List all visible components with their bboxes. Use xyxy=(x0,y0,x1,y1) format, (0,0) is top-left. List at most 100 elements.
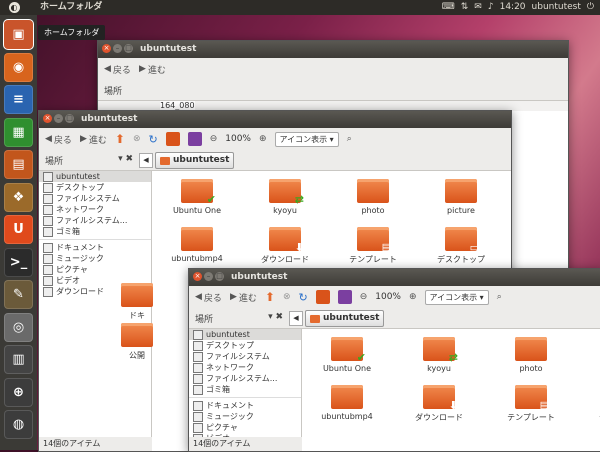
sidebar-item[interactable]: デスクトップ xyxy=(39,182,151,193)
forward-button[interactable]: ▶ 進む xyxy=(80,133,107,146)
folder-item[interactable]: 公開 xyxy=(92,323,182,361)
power-icon[interactable]: ⏻ xyxy=(587,0,594,15)
folder-item[interactable]: ▤テンプレート xyxy=(486,385,576,423)
folder-item[interactable]: photo xyxy=(328,179,418,215)
minimize-icon[interactable]: – xyxy=(113,44,122,53)
network-icon[interactable]: ⇅ xyxy=(461,0,469,15)
zoom-in-icon[interactable]: ⊕ xyxy=(409,292,417,302)
trash-bin-icon[interactable]: ◍ xyxy=(4,410,33,439)
ubuntu-logo-icon[interactable]: ◐ xyxy=(0,0,28,15)
trash-icon[interactable]: ⊕ xyxy=(4,378,33,407)
volume-icon[interactable]: ♪ xyxy=(488,0,494,15)
sidebar-item[interactable]: デスクトップ xyxy=(189,340,301,351)
home-icon[interactable] xyxy=(166,132,180,146)
folder-item[interactable]: ⇄kyoyu xyxy=(394,337,484,373)
places-close-icon[interactable]: ▾ ✖ xyxy=(118,154,133,167)
sidebar-item[interactable]: ミュージック xyxy=(39,253,151,264)
firefox-icon[interactable]: ◉ xyxy=(4,53,33,82)
user-name[interactable]: ubuntutest xyxy=(532,0,581,15)
close-icon[interactable]: × xyxy=(102,44,111,53)
breadcrumb[interactable]: ubuntutest xyxy=(155,152,234,169)
view-mode-select[interactable]: アイコン表示 ▾ xyxy=(275,132,339,147)
back-button[interactable]: ◀ 戻る xyxy=(104,63,131,76)
window-titlebar[interactable]: ×–□ ubuntutest xyxy=(39,111,511,128)
mail-icon[interactable]: ✉ xyxy=(474,0,482,15)
folder-item[interactable]: ⬇ダウンロード xyxy=(394,385,484,423)
sidebar-item[interactable]: ネットワーク xyxy=(39,204,151,215)
view-mode-select[interactable]: アイコン表示 ▾ xyxy=(425,290,489,305)
writer-icon[interactable]: ≡ xyxy=(4,85,33,114)
sidebar-item[interactable]: ubuntutest xyxy=(39,171,151,182)
crumb-left-arrow-icon[interactable]: ◀ xyxy=(289,311,303,326)
workspace-switcher-icon[interactable]: ▥ xyxy=(4,345,33,374)
breadcrumb[interactable]: ubuntutest xyxy=(305,310,384,327)
sidebar-item[interactable]: ゴミ箱 xyxy=(39,226,151,237)
home-icon[interactable] xyxy=(316,290,330,304)
folder-item[interactable]: ▭デスクトップ xyxy=(578,385,600,423)
stop-icon[interactable]: ⊗ xyxy=(133,134,141,144)
folder-item[interactable]: ubuntubmp4 xyxy=(302,385,392,421)
folder-item[interactable]: photo xyxy=(486,337,576,373)
close-icon[interactable]: × xyxy=(193,272,202,281)
terminal-icon[interactable]: >_ xyxy=(4,248,33,277)
clock[interactable]: 14:20 xyxy=(500,0,526,15)
sidebar-item[interactable]: ファイルシステム... xyxy=(39,215,151,226)
maximize-icon[interactable]: □ xyxy=(124,44,133,53)
software-center-icon[interactable]: ❖ xyxy=(4,183,33,212)
sidebar-item-label: ピクチャ xyxy=(206,422,238,433)
folder-item[interactable]: ▭デスクトップ xyxy=(416,227,506,265)
sidebar-item[interactable]: ubuntutest xyxy=(189,329,301,340)
folder-item[interactable]: ✔Ubuntu One xyxy=(302,337,392,373)
maximize-icon[interactable]: □ xyxy=(215,272,224,281)
gimp-icon[interactable]: ✎ xyxy=(4,280,33,309)
ubuntu-one-icon[interactable]: U xyxy=(4,215,33,244)
sidebar-item[interactable]: ネットワーク xyxy=(189,362,301,373)
zoom-in-icon[interactable]: ⊕ xyxy=(259,134,267,144)
folder-item[interactable]: ✔Ubuntu One xyxy=(152,179,242,215)
window-titlebar[interactable]: ×–□ ubuntutest xyxy=(189,269,600,286)
zoom-out-icon[interactable]: ⊖ xyxy=(210,134,218,144)
forward-button[interactable]: ▶ 進む xyxy=(139,63,166,76)
folder-item[interactable]: ubuntubmp4 xyxy=(152,227,242,263)
keyboard-icon[interactable]: ⌨ xyxy=(442,0,455,15)
folder-item[interactable]: picture xyxy=(416,179,506,215)
minimize-icon[interactable]: – xyxy=(54,114,63,123)
computer-icon[interactable] xyxy=(188,132,202,146)
reload-icon[interactable]: ↻ xyxy=(148,133,157,146)
sidebar-item[interactable]: ファイルシステム xyxy=(39,193,151,204)
sidebar-item[interactable]: ドキュメント xyxy=(189,400,301,411)
zoom-out-icon[interactable]: ⊖ xyxy=(360,292,368,302)
camera-icon[interactable]: ◎ xyxy=(4,313,33,342)
sidebar-item[interactable]: ゴミ箱 xyxy=(189,384,301,395)
up-arrow-icon[interactable]: ⬆ xyxy=(265,290,275,304)
folder-item[interactable]: ⬇ダウンロード xyxy=(240,227,330,265)
window-titlebar[interactable]: ×–□ ubuntutest xyxy=(98,41,568,58)
places-close-icon[interactable]: ▾ ✖ xyxy=(268,312,283,325)
minimize-icon[interactable]: – xyxy=(204,272,213,281)
back-button[interactable]: ◀ 戻る xyxy=(45,133,72,146)
forward-button[interactable]: ▶ 進む xyxy=(230,291,257,304)
folder-item[interactable]: ドキ xyxy=(92,283,182,321)
reload-icon[interactable]: ↻ xyxy=(298,291,307,304)
folder-item[interactable]: ▤テンプレート xyxy=(328,227,418,265)
sidebar-item[interactable]: ピクチャ xyxy=(39,264,151,275)
sidebar-item[interactable]: ファイルシステム xyxy=(189,351,301,362)
sidebar-item[interactable]: ピクチャ xyxy=(189,422,301,433)
search-icon[interactable]: ⌕ xyxy=(347,134,352,144)
stop-icon[interactable]: ⊗ xyxy=(283,292,291,302)
folder-item[interactable]: picture xyxy=(578,337,600,373)
sidebar-item[interactable]: ファイルシステム... xyxy=(189,373,301,384)
folder-item[interactable]: ⇄kyoyu xyxy=(240,179,330,215)
crumb-left-arrow-icon[interactable]: ◀ xyxy=(139,153,153,168)
sidebar-item[interactable]: ミュージック xyxy=(189,411,301,422)
close-icon[interactable]: × xyxy=(43,114,52,123)
sidebar-item[interactable]: ドキュメント xyxy=(39,242,151,253)
home-folder-icon[interactable]: ▣ xyxy=(4,20,33,49)
maximize-icon[interactable]: □ xyxy=(65,114,74,123)
back-button[interactable]: ◀ 戻る xyxy=(195,291,222,304)
up-arrow-icon[interactable]: ⬆ xyxy=(115,132,125,146)
impress-icon[interactable]: ▤ xyxy=(4,150,33,179)
search-icon[interactable]: ⌕ xyxy=(497,292,502,302)
calc-icon[interactable]: ▦ xyxy=(4,118,33,147)
computer-icon[interactable] xyxy=(338,290,352,304)
